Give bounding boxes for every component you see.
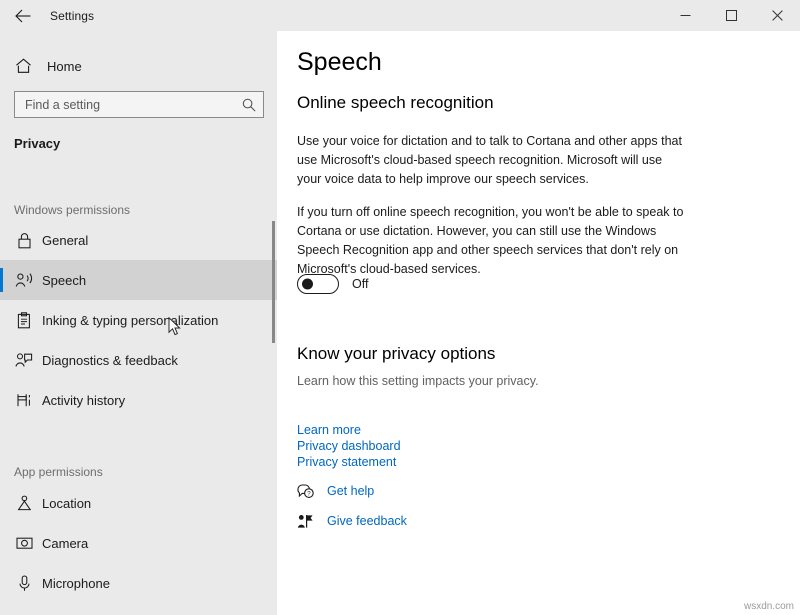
title-bar-left: Settings: [0, 0, 94, 31]
page-title: Speech: [297, 48, 382, 77]
sidebar-item-location[interactable]: Location: [0, 483, 277, 523]
sidebar-item-home[interactable]: Home: [0, 48, 277, 84]
settings-window: Settings: [0, 0, 800, 615]
back-arrow-icon[interactable]: [0, 0, 45, 31]
minimize-icon[interactable]: [662, 0, 708, 31]
online-speech-recognition-toggle[interactable]: [297, 274, 339, 294]
sidebar-item-label: Camera: [42, 536, 88, 551]
give-feedback-row[interactable]: Give feedback: [297, 511, 407, 531]
section-heading-online-speech-recognition: Online speech recognition: [297, 93, 494, 113]
link-learn-more[interactable]: Learn more: [297, 423, 361, 437]
sidebar-item-diagnostics-feedback[interactable]: Diagnostics & feedback: [0, 340, 277, 380]
sidebar-item-speech[interactable]: Speech: [0, 260, 277, 300]
svg-text:?: ?: [307, 490, 311, 497]
search-input[interactable]: [15, 98, 235, 112]
home-icon: [0, 58, 47, 74]
main-content: Speech Online speech recognition Use you…: [277, 31, 800, 615]
app-title: Settings: [50, 9, 94, 23]
speech-person-icon: [0, 272, 42, 289]
sidebar-group-label-app-permissions: App permissions: [14, 465, 103, 479]
sidebar-item-label: Diagnostics & feedback: [42, 353, 178, 368]
online-speech-recognition-toggle-row: Off: [297, 274, 368, 294]
toggle-state-label: Off: [352, 277, 368, 291]
sidebar-item-label: Location: [42, 496, 91, 511]
microphone-icon: [0, 575, 42, 592]
sidebar-item-label: Activity history: [42, 393, 125, 408]
sidebar-item-microphone[interactable]: Microphone: [0, 563, 277, 603]
link-privacy-dashboard[interactable]: Privacy dashboard: [297, 439, 401, 453]
sidebar-item-label: General: [42, 233, 88, 248]
sidebar-group-windows-permissions: General Speech: [0, 220, 277, 420]
link-privacy-statement[interactable]: Privacy statement: [297, 455, 396, 469]
give-feedback-icon: [297, 514, 327, 529]
window-controls: [662, 0, 800, 31]
search-box[interactable]: [14, 91, 264, 118]
close-icon[interactable]: [754, 0, 800, 31]
section-heading-privacy-options: Know your privacy options: [297, 344, 495, 364]
sidebar-item-inking-typing-personalization[interactable]: Inking & typing personalization: [0, 300, 277, 340]
sidebar-group-app-permissions: Location Camera: [0, 483, 277, 603]
sidebar-item-label: Inking & typing personalization: [42, 313, 218, 328]
paragraph-description-1: Use your voice for dictation and to talk…: [297, 132, 687, 189]
sidebar-group-label-windows-permissions: Windows permissions: [14, 203, 130, 217]
location-pin-icon: [0, 495, 42, 512]
sidebar-item-general[interactable]: General: [0, 220, 277, 260]
privacy-description: Learn how this setting impacts your priv…: [297, 374, 539, 388]
sidebar-scrollbar-thumb[interactable]: [272, 221, 275, 343]
maximize-icon[interactable]: [708, 0, 754, 31]
lock-icon: [0, 232, 42, 249]
paragraph-description-2: If you turn off online speech recognitio…: [297, 203, 687, 279]
sidebar-item-label: Speech: [42, 273, 86, 288]
sidebar: Home Privacy Windows permissions: [0, 31, 277, 615]
home-label: Home: [47, 59, 82, 74]
person-feedback-icon: [0, 352, 42, 369]
clipboard-icon: [0, 312, 42, 329]
title-bar: Settings: [0, 0, 800, 31]
get-help-row[interactable]: ? Get help: [297, 481, 374, 501]
get-help-label[interactable]: Get help: [327, 484, 374, 498]
give-feedback-label[interactable]: Give feedback: [327, 514, 407, 528]
search-icon[interactable]: [235, 98, 263, 112]
toggle-knob: [302, 279, 313, 290]
sidebar-item-activity-history[interactable]: Activity history: [0, 380, 277, 420]
sidebar-item-label: Microphone: [42, 576, 110, 591]
sidebar-section-title: Privacy: [14, 136, 60, 151]
watermark: wsxdn.com: [744, 601, 794, 612]
activity-history-icon: [0, 392, 42, 409]
get-help-icon: ?: [297, 484, 327, 499]
camera-icon: [0, 536, 42, 550]
sidebar-item-camera[interactable]: Camera: [0, 523, 277, 563]
